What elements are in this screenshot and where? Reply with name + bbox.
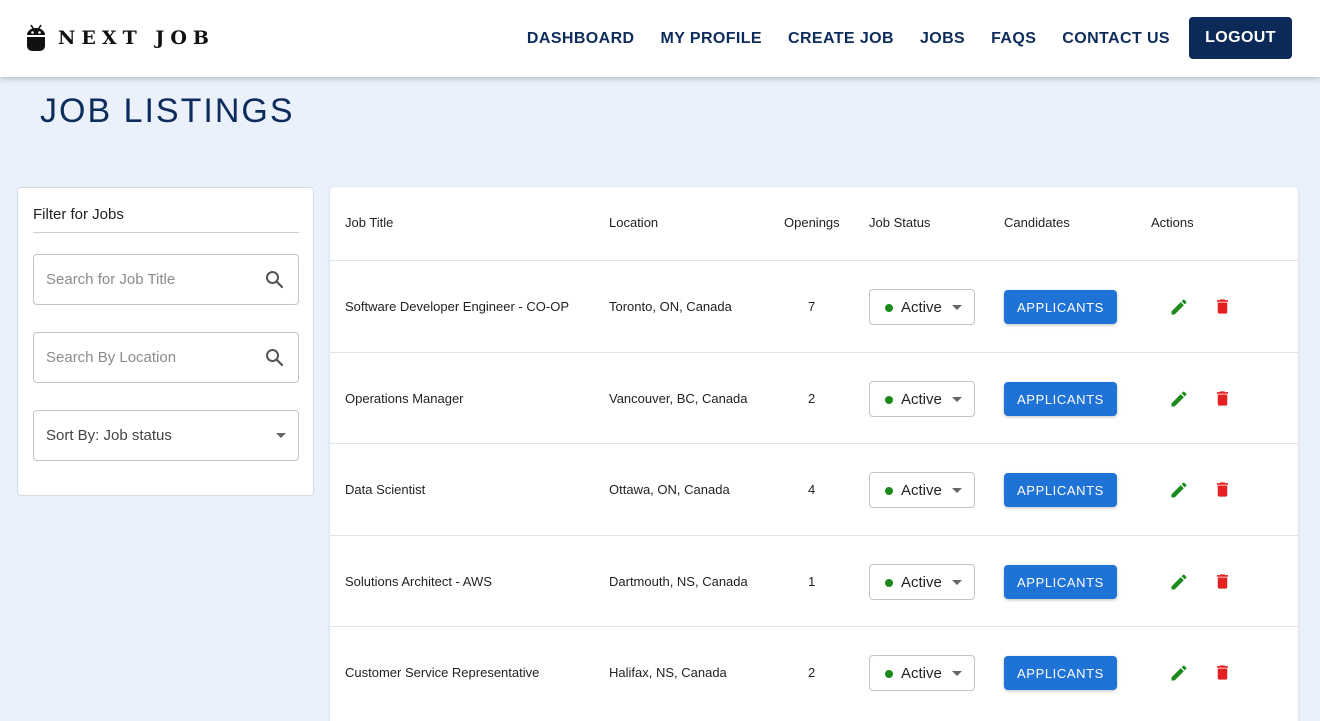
header-candidates: Candidates xyxy=(1004,215,1070,230)
openings-cell: 2 xyxy=(808,665,816,680)
pencil-icon[interactable] xyxy=(1169,389,1189,414)
nav-jobs[interactable]: JOBS xyxy=(920,30,965,48)
location-cell: Vancouver, BC, Canada xyxy=(609,391,748,406)
logout-button[interactable]: LOGOUT xyxy=(1189,17,1292,59)
chevron-down-icon xyxy=(952,580,962,585)
main-nav: DASHBOARD MY PROFILE CREATE JOB JOBS FAQ… xyxy=(527,0,1170,77)
chevron-down-icon xyxy=(952,671,962,676)
filter-panel: Filter for Jobs Sort By: Job status xyxy=(17,187,314,496)
job-title-cell: Operations Manager xyxy=(345,391,464,406)
trash-icon[interactable] xyxy=(1213,480,1232,504)
nav-my-profile[interactable]: MY PROFILE xyxy=(661,30,763,48)
pencil-icon[interactable] xyxy=(1169,297,1189,322)
status-dot-icon xyxy=(885,670,893,678)
openings-cell: 4 xyxy=(808,482,816,497)
applicants-button[interactable]: APPLICANTS xyxy=(1004,290,1117,324)
table-row: Operations Manager Vancouver, BC, Canada… xyxy=(330,352,1298,444)
location-cell: Dartmouth, NS, Canada xyxy=(609,574,748,589)
table-row: Software Developer Engineer - CO-OP Toro… xyxy=(330,260,1298,352)
job-status-value: Active xyxy=(901,665,942,682)
job-status-select[interactable]: Active xyxy=(869,381,975,417)
job-title-cell: Solutions Architect - AWS xyxy=(345,574,492,589)
header-openings: Openings xyxy=(784,215,840,230)
brand-name: NEXT JOB xyxy=(58,26,215,49)
location-cell: Toronto, ON, Canada xyxy=(609,299,732,314)
chevron-down-icon xyxy=(952,397,962,402)
location-search-field xyxy=(33,332,299,383)
job-title-search-input[interactable] xyxy=(34,255,254,304)
job-status-select[interactable]: Active xyxy=(869,289,975,325)
table-row: Solutions Architect - AWS Dartmouth, NS,… xyxy=(330,535,1298,627)
status-dot-icon xyxy=(885,396,893,404)
job-listings-table: Job Title Location Openings Job Status C… xyxy=(330,187,1298,721)
applicants-button[interactable]: APPLICANTS xyxy=(1004,382,1117,416)
job-status-select[interactable]: Active xyxy=(869,472,975,508)
trash-icon[interactable] xyxy=(1213,389,1232,413)
sort-by-select[interactable]: Sort By: Job status xyxy=(33,410,299,461)
job-status-value: Active xyxy=(901,391,942,408)
top-navbar: NEXT JOB DASHBOARD MY PROFILE CREATE JOB… xyxy=(0,0,1320,77)
openings-cell: 1 xyxy=(808,574,816,589)
pencil-icon[interactable] xyxy=(1169,572,1189,597)
status-dot-icon xyxy=(885,487,893,495)
job-status-select[interactable]: Active xyxy=(869,564,975,600)
search-icon[interactable] xyxy=(265,270,284,294)
applicants-button[interactable]: APPLICANTS xyxy=(1004,473,1117,507)
location-search-input[interactable] xyxy=(34,333,254,382)
nav-faqs[interactable]: FAQS xyxy=(991,30,1036,48)
chevron-down-icon xyxy=(952,488,962,493)
job-title-cell: Software Developer Engineer - CO-OP xyxy=(345,299,569,314)
table-row: Data Scientist Ottawa, ON, Canada 4 Acti… xyxy=(330,443,1298,535)
pencil-icon[interactable] xyxy=(1169,663,1189,688)
header-job-title: Job Title xyxy=(345,215,394,230)
header-job-status: Job Status xyxy=(869,215,931,230)
location-cell: Halifax, NS, Canada xyxy=(609,665,727,680)
pencil-icon[interactable] xyxy=(1169,480,1189,505)
trash-icon[interactable] xyxy=(1213,663,1232,687)
location-cell: Ottawa, ON, Canada xyxy=(609,482,730,497)
job-title-search-field xyxy=(33,254,299,305)
openings-cell: 2 xyxy=(808,391,816,406)
chevron-down-icon xyxy=(276,433,286,438)
job-status-value: Active xyxy=(901,574,942,591)
status-dot-icon xyxy=(885,304,893,312)
header-location: Location xyxy=(609,215,659,230)
trash-icon[interactable] xyxy=(1213,297,1232,321)
android-robot-icon xyxy=(26,24,46,51)
sort-by-value: Sort By: Job status xyxy=(46,427,172,444)
brand-logo[interactable]: NEXT JOB xyxy=(26,24,215,51)
applicants-button[interactable]: APPLICANTS xyxy=(1004,656,1117,690)
job-status-select[interactable]: Active xyxy=(869,655,975,691)
job-title-cell: Customer Service Representative xyxy=(345,665,540,680)
applicants-button[interactable]: APPLICANTS xyxy=(1004,565,1117,599)
page-title: JOB LISTINGS xyxy=(40,92,295,130)
nav-dashboard[interactable]: DASHBOARD xyxy=(527,30,635,48)
header-actions: Actions xyxy=(1151,215,1194,230)
filter-divider xyxy=(33,232,299,233)
job-status-value: Active xyxy=(901,482,942,499)
nav-contact-us[interactable]: CONTACT US xyxy=(1062,30,1170,48)
nav-create-job[interactable]: CREATE JOB xyxy=(788,30,894,48)
trash-icon[interactable] xyxy=(1213,572,1232,596)
openings-cell: 7 xyxy=(808,299,816,314)
status-dot-icon xyxy=(885,579,893,587)
job-title-cell: Data Scientist xyxy=(345,482,426,497)
table-row: Customer Service Representative Halifax,… xyxy=(330,626,1298,718)
chevron-down-icon xyxy=(952,305,962,310)
job-status-value: Active xyxy=(901,299,942,316)
search-icon[interactable] xyxy=(265,348,284,372)
filter-title: Filter for Jobs xyxy=(33,206,124,223)
